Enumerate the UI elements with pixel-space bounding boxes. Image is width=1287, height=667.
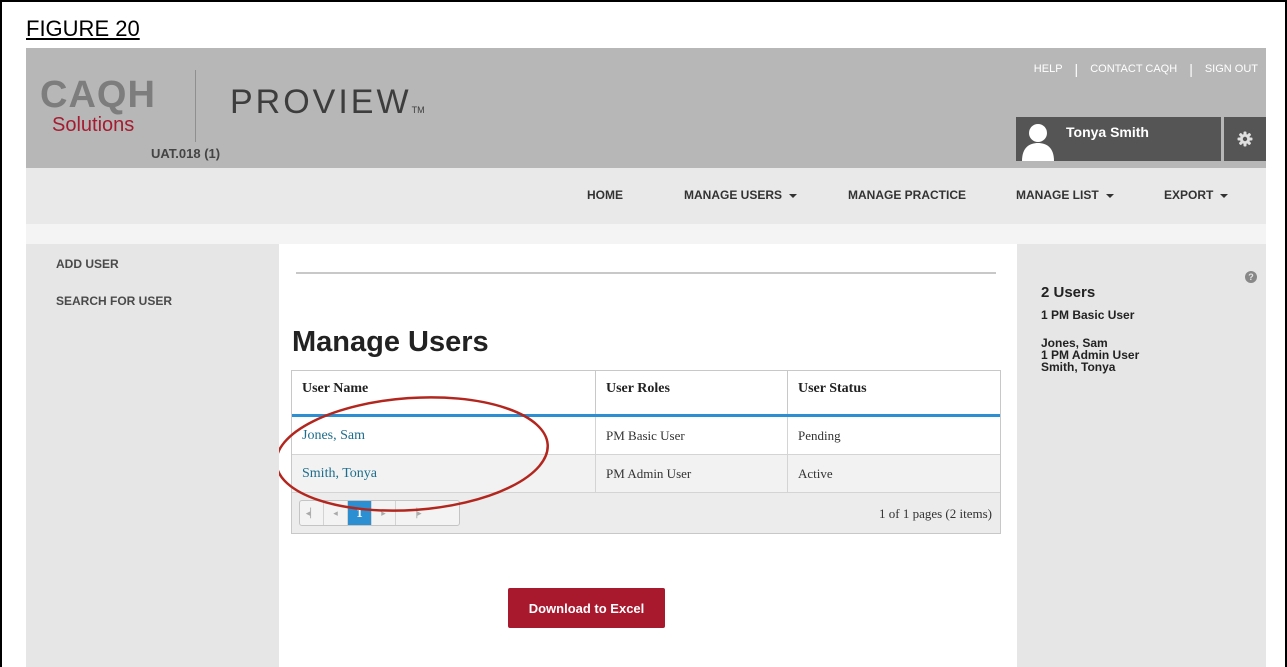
page-number-button[interactable]: 1 [348,501,372,525]
app-screen: CAQH Solutions PROVIEWTM UAT.018 (1) HEL… [26,48,1266,667]
nav-manage-users-label: MANAGE USERS [684,188,783,202]
user-menu[interactable]: Tonya Smith [1016,117,1221,161]
top-links: HELP | CONTACT CAQH | SIGN OUT [1034,61,1258,77]
nav-manage-practice-label: MANAGE PRACTICE [848,188,967,202]
user-role: PM Admin User [596,455,788,492]
user-status: Active [798,466,833,481]
organization-id: UAT.018 (1) [151,146,221,161]
page-title: Manage Users [292,326,489,358]
summary-line: 1 PM Basic User [1041,308,1135,322]
download-excel-button[interactable]: Download to Excel [508,588,665,628]
users-table: User Name User Roles User Status Jones, … [291,370,1001,534]
user-name-link[interactable]: Jones, Sam [292,417,596,454]
column-header-user-roles[interactable]: User Roles [596,371,788,414]
sign-out-link[interactable]: SIGN OUT [1205,63,1258,75]
figure-label: FIGURE 20 [26,16,140,41]
table-row: Jones, Sam PM Basic User Pending [292,417,1000,455]
summary-line: Smith, Tonya [1041,360,1116,374]
settings-button[interactable] [1224,117,1266,161]
divider [296,272,996,274]
nav-manage-list[interactable]: MANAGE LIST [1016,188,1114,202]
chevron-down-icon [1220,193,1229,198]
table-row: Smith, Tonya PM Admin User Active [292,455,1000,493]
pager-info: 1 of 1 pages (2 items) [878,506,992,521]
nav-home-label: HOME [587,188,623,202]
nav-spacer [26,224,1266,244]
pager-controls: ◂▏ ◂ 1 ▸ ▕▸ [299,500,460,526]
app-header: CAQH Solutions PROVIEWTM UAT.018 (1) HEL… [26,48,1266,168]
left-sidebar: ADD USER SEARCH FOR USER [26,244,279,667]
column-header-user-name[interactable]: User Name [292,371,596,414]
main-nav: HOME MANAGE USERS MANAGE PRACTICE MANAGE… [26,168,1266,224]
nav-manage-practice[interactable]: MANAGE PRACTICE [848,188,966,202]
nav-export-label: EXPORT [1164,188,1214,202]
link-separator: | [1074,61,1079,77]
last-page-icon[interactable]: ▕▸ [396,501,436,525]
table-pager: ◂▏ ◂ 1 ▸ ▕▸ 1 of 1 pages (2 items) [292,493,1000,533]
logo-divider [195,70,196,142]
chevron-down-icon [1105,193,1114,198]
nav-home[interactable]: HOME [587,188,623,202]
user-avatar-icon [1022,124,1054,161]
contact-caqh-link[interactable]: CONTACT CAQH [1090,63,1177,75]
help-icon[interactable]: ? [1245,271,1257,283]
right-summary-panel: ? 2 Users 1 PM Basic User Jones, Sam 1 P… [1017,244,1266,667]
main-content: Manage Users User Name User Roles User S… [279,244,1017,667]
gear-icon [1237,131,1253,147]
trademark-mark: TM [411,105,425,115]
first-page-icon[interactable]: ◂▏ [300,501,324,525]
user-name: Tonya Smith [1066,124,1149,140]
prev-page-icon[interactable]: ◂ [324,501,348,525]
user-role: PM Basic User [596,417,788,454]
logo-caqh-text: CAQH [40,74,156,116]
logo-solutions-text: Solutions [52,114,135,136]
nav-manage-list-label: MANAGE LIST [1016,188,1099,202]
user-name-link[interactable]: Smith, Tonya [292,455,596,492]
link-separator: | [1189,61,1193,77]
product-name: PROVIEWTM [230,82,425,130]
user-count: 2 Users [1041,284,1096,301]
nav-export[interactable]: EXPORT [1164,188,1229,202]
product-name-text: PROVIEW [230,83,412,121]
column-header-user-status[interactable]: User Status [788,371,1000,414]
chevron-down-icon [789,193,798,198]
user-status: Pending [798,428,841,443]
caqh-logo[interactable]: CAQH Solutions [40,76,170,140]
help-link[interactable]: HELP [1034,63,1063,75]
sidebar-item-add-user[interactable]: ADD USER [56,257,119,271]
next-page-icon[interactable]: ▸ [372,501,396,525]
sidebar-item-search-user[interactable]: SEARCH FOR USER [56,294,172,308]
table-header: User Name User Roles User Status [292,371,1000,417]
nav-manage-users[interactable]: MANAGE USERS [684,188,798,202]
